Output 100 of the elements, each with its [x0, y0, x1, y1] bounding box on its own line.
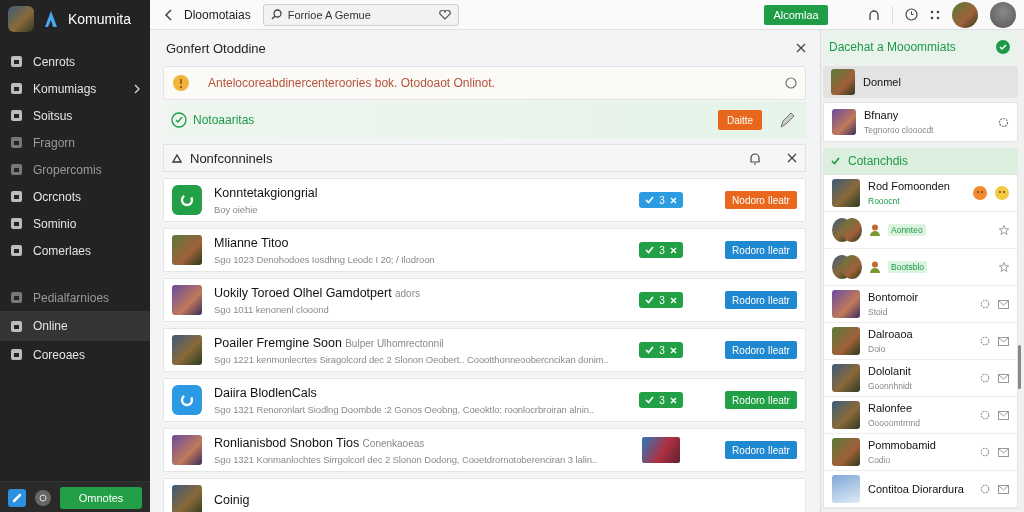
contact-name: Bontomoir — [868, 291, 920, 303]
contact-status: Doio — [868, 344, 887, 354]
mail-icon[interactable] — [998, 447, 1009, 457]
row-button[interactable]: Rodoro Ileatr — [725, 391, 797, 409]
success-message: Notoaaritas — [193, 113, 255, 127]
mail-icon[interactable] — [998, 336, 1009, 346]
person-icon — [870, 261, 880, 273]
avatar-image — [172, 485, 202, 512]
row-button[interactable]: Rodoro Ileatr — [725, 341, 797, 359]
chevron-right-icon — [134, 83, 140, 94]
contact-row[interactable]: Dololanit Goonnhnidt — [824, 360, 1017, 397]
tile-icon — [10, 55, 23, 68]
approval-badge[interactable]: 3 — [639, 342, 683, 358]
heart-icon — [438, 9, 451, 20]
close-icon[interactable] — [796, 43, 806, 53]
circle-icon[interactable] — [785, 77, 797, 89]
link-icon[interactable] — [8, 489, 26, 507]
user-circle-icon[interactable] — [35, 490, 51, 506]
approval-badge[interactable]: 3 — [639, 392, 683, 408]
x-icon — [669, 396, 677, 404]
action-button[interactable]: Daitte — [718, 110, 762, 130]
sidebar-item[interactable]: Cenrots — [0, 48, 150, 75]
approval-badge[interactable]: 3 — [639, 192, 683, 208]
chat-item[interactable]: Bfnany Tegnoroo clooocdt — [823, 102, 1018, 142]
avatar-image — [831, 69, 855, 95]
avatar-image — [172, 335, 202, 365]
sidebar-item[interactable]: Coreoaes — [0, 341, 150, 368]
avatar-image — [990, 1, 1016, 28]
status-tag: Aonnteo — [888, 224, 926, 236]
gear-icon[interactable] — [998, 116, 1009, 128]
scrollbar[interactable] — [1018, 345, 1021, 389]
grid-dots-icon[interactable] — [930, 9, 940, 20]
mail-icon[interactable] — [998, 373, 1009, 383]
item-note: adors — [395, 287, 420, 299]
chat-name: Donmel — [863, 76, 902, 88]
contact-row[interactable]: Ralonfee Ooooomtrnnd — [824, 397, 1017, 434]
gear-icon[interactable] — [980, 484, 990, 494]
mail-icon[interactable] — [998, 299, 1009, 309]
check-icon — [645, 296, 655, 304]
mail-icon[interactable] — [998, 484, 1009, 494]
notes-button[interactable]: Omnotes — [60, 487, 142, 509]
item-note: Bulper Ulhomrectonnil — [345, 337, 444, 349]
mail-icon[interactable] — [998, 410, 1009, 420]
sidebar-item[interactable]: Sominio — [0, 210, 150, 237]
sidebar-item[interactable]: Comerlaes — [0, 237, 150, 264]
x-icon — [669, 296, 677, 304]
contact-row[interactable]: Bootsblo — [824, 249, 1017, 286]
avatar-image — [832, 179, 860, 207]
row-button[interactable]: Rodoro Ileatr — [725, 441, 797, 459]
x-icon — [669, 346, 677, 354]
contact-name: Pommobamid — [868, 439, 937, 451]
alert-message: Antelocoreabdinercenteroories bok. Otodoaot Onlinot. — [208, 76, 495, 90]
contact-row[interactable]: Pommobamid Codio — [824, 434, 1017, 471]
bell-icon[interactable] — [749, 151, 761, 165]
row-button[interactable]: Rodoro Ileatr — [725, 241, 797, 259]
row-button[interactable]: Rodoro Ileatr — [725, 291, 797, 309]
item-title: Uokily Toroed Olhel Gamdotpert — [214, 285, 392, 300]
gear-icon[interactable] — [980, 447, 990, 457]
logo-icon — [44, 10, 58, 28]
star-icon[interactable] — [999, 225, 1009, 235]
back-icon[interactable] — [164, 8, 172, 21]
item-title: Konntetakgiongrial — [214, 185, 318, 200]
gear-icon[interactable] — [980, 299, 990, 309]
search-field[interactable]: Forrioe A Gemue — [262, 3, 459, 26]
headphones-icon[interactable] — [868, 8, 880, 21]
gear-icon[interactable] — [980, 410, 990, 420]
sidebar-item[interactable]: Online — [0, 311, 150, 341]
sidebar-item[interactable]: Komumiags — [0, 75, 150, 102]
contact-name: Dalroaoa — [868, 328, 914, 340]
gear-icon[interactable] — [980, 373, 990, 383]
contact-row[interactable]: Aonnteo — [824, 212, 1017, 249]
panel-title: Gonfert Otoddine — [166, 40, 266, 56]
check-icon — [645, 196, 655, 204]
approval-badge[interactable]: 3 — [639, 292, 683, 308]
item-note: Conenkaoeas — [362, 437, 425, 449]
contact-row[interactable]: Rod Fomoonden Rooocnt — [824, 175, 1017, 212]
row-button[interactable]: Nodoro Ileatr — [725, 191, 797, 209]
gear-icon[interactable] — [980, 336, 990, 346]
sidebar-item[interactable]: Soitsus — [0, 102, 150, 129]
chat-item[interactable]: Donmel — [823, 66, 1018, 98]
item-title: Mlianne Titoo — [214, 235, 289, 250]
item-title: Ronlianisbod Snobon Tios — [214, 435, 360, 450]
item-subtitle: Sgo 1221 kenmonlecrtes Siragolcord dec 2 Slonon Oeobert.. Coootthonneoobercncikan donim.. — [214, 353, 610, 365]
sidebar-item[interactable]: Ocrcnots — [0, 183, 150, 210]
star-icon[interactable] — [999, 262, 1009, 272]
approval-badge[interactable]: 3 — [639, 242, 683, 258]
pen-icon[interactable] — [778, 111, 796, 129]
person-icon — [870, 224, 880, 236]
contact-row[interactable]: Bontomoir Stoid — [824, 286, 1017, 323]
tile-icon — [10, 82, 23, 95]
contact-name: Ralonfee — [868, 402, 914, 414]
avatar-image — [952, 1, 978, 28]
avatar-image — [832, 290, 860, 318]
action-button[interactable]: Alcomlaa — [764, 4, 828, 25]
clock-icon[interactable] — [905, 8, 918, 21]
contact-row[interactable]: Contitoa Diorardura — [824, 471, 1017, 508]
close-icon[interactable] — [787, 153, 797, 163]
x-icon — [669, 246, 677, 254]
contact-row[interactable]: Dalroaoa Doio — [824, 323, 1017, 360]
avatar-image — [172, 235, 202, 265]
